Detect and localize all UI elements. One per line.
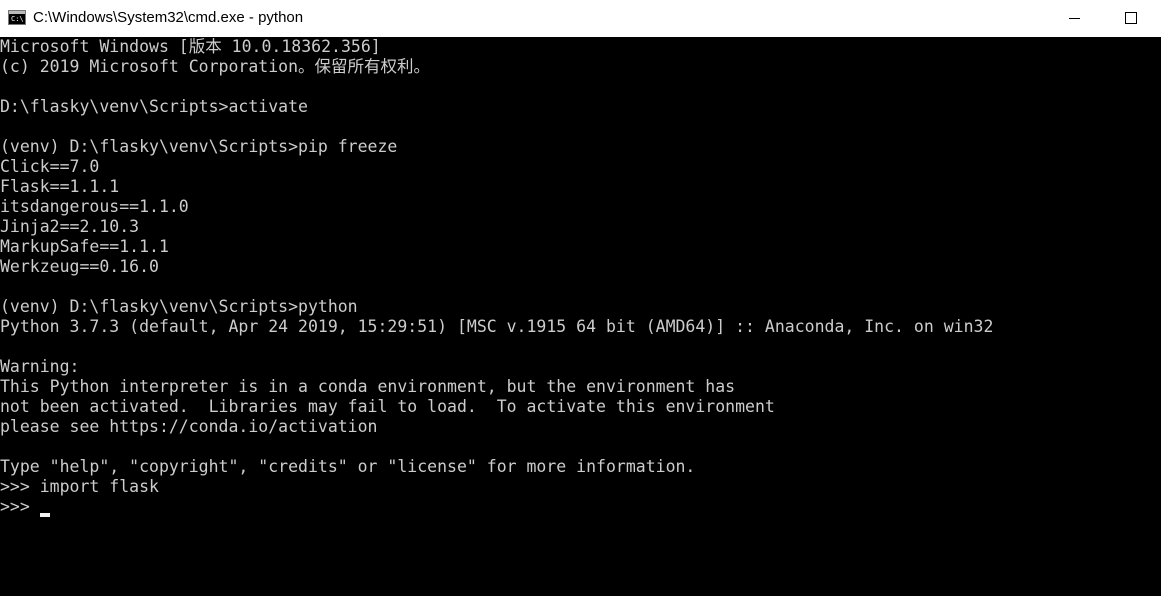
- console-line: Jinja2==2.10.3: [0, 217, 140, 236]
- console-line: not been activated. Libraries may fail t…: [0, 397, 775, 416]
- console-line: Click==7.0: [0, 157, 100, 176]
- console-line: >>> import flask: [0, 477, 159, 496]
- console-line: Flask==1.1.1: [0, 177, 120, 196]
- minimize-button[interactable]: [1046, 0, 1102, 37]
- console-prompt-line[interactable]: >>>: [0, 497, 40, 517]
- window-title: C:\Windows\System32\cmd.exe - python: [33, 9, 304, 26]
- console-line: This Python interpreter is in a conda en…: [0, 377, 736, 396]
- console-line: Type "help", "copyright", "credits" or "…: [0, 457, 696, 476]
- console-output[interactable]: Microsoft Windows [版本 10.0.18362.356] (c…: [0, 37, 1161, 596]
- console-line: (venv) D:\flasky\venv\Scripts>pip freeze: [0, 137, 398, 156]
- window-titlebar[interactable]: C:\ C:\Windows\System32\cmd.exe - python: [0, 0, 1161, 37]
- console-line: Microsoft Windows [版本 10.0.18362.356]: [0, 37, 381, 56]
- text-cursor: [40, 513, 50, 517]
- console-line: MarkupSafe==1.1.1: [0, 237, 169, 256]
- console-line: itsdangerous==1.1.0: [0, 197, 189, 216]
- console-line: D:\flasky\venv\Scripts>activate: [0, 97, 308, 116]
- console-line: Warning:: [0, 357, 80, 376]
- console-line: (venv) D:\flasky\venv\Scripts>python: [0, 297, 358, 316]
- cmd-app-icon[interactable]: C:\: [8, 10, 26, 25]
- console-line: Python 3.7.3 (default, Apr 24 2019, 15:2…: [0, 317, 994, 336]
- console-line: Werkzeug==0.16.0: [0, 257, 159, 276]
- maximize-button[interactable]: [1102, 0, 1158, 37]
- console-line: please see https://conda.io/activation: [0, 417, 378, 436]
- cmd-icon-label: C:\: [11, 15, 24, 23]
- console-line: (c) 2019 Microsoft Corporation。保留所有权利。: [0, 57, 431, 76]
